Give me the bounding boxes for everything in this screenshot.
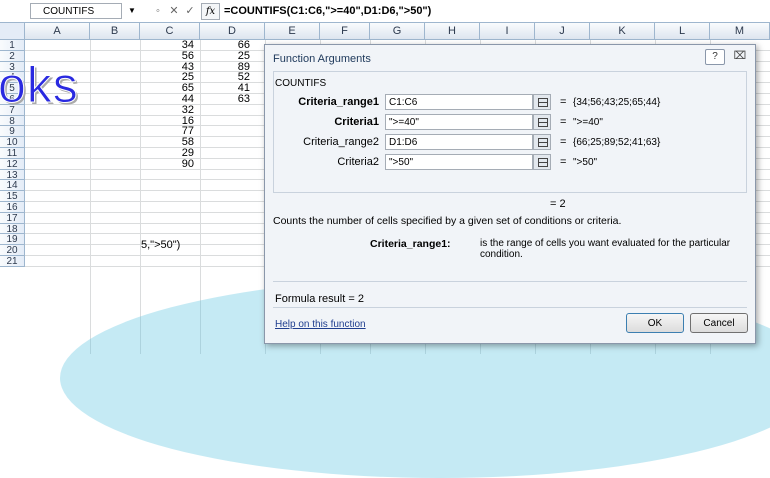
argument-evaluated-value: {66;25;89;52;41;63} [573,137,661,148]
help-on-function-link[interactable]: Help on this function [275,319,366,330]
column-header-k[interactable]: K [590,23,655,40]
equals-sign: = [560,96,567,108]
row-header-12[interactable]: 12 [0,158,25,170]
formula-bar: COUNTIFS ▼ ◦ ✕ ✓ fx =COUNTIFS(C1:C6,">=4… [0,0,770,23]
argument-input[interactable]: D1:D6 [385,134,533,150]
row-header-13[interactable]: 13 [0,169,25,180]
row-header-19[interactable]: 19 [0,234,25,245]
name-box[interactable]: COUNTIFS [30,3,122,19]
cell-c14[interactable]: 5,">50") [141,240,180,251]
divider [273,307,747,308]
equals-sign: = [560,136,567,148]
column-header-d[interactable]: D [200,23,265,40]
equals-sign: = [560,116,567,128]
divider [273,281,747,282]
arguments-group [273,71,747,193]
column-header-g[interactable]: G [370,23,425,40]
argument-description-text: is the range of cells you want evaluated… [480,238,731,260]
row-header-21[interactable]: 21 [0,256,25,267]
row-header-9[interactable]: 9 [0,126,25,137]
argument-description-name: Criteria_range1: [370,238,451,250]
collapse-dialog-icon[interactable] [533,134,551,150]
row-header-10[interactable]: 10 [0,137,25,148]
equals-sign: = [560,156,567,168]
column-header-i[interactable]: I [480,23,535,40]
help-icon[interactable]: ? [705,49,725,65]
formula-bar-menu-icon: ◦ [156,5,160,17]
argument-label: Criteria1 [334,116,379,128]
select-all-corner[interactable] [0,23,25,40]
column-header-h[interactable]: H [425,23,480,40]
collapse-dialog-icon[interactable] [533,94,551,110]
collapse-dialog-icon[interactable] [533,154,551,170]
argument-input[interactable]: C1:C6 [385,94,533,110]
column-header-a[interactable]: A [25,23,90,40]
cell-d6[interactable]: 63 [200,94,250,105]
gridline [90,40,91,354]
function-result-preview: = 2 [550,198,566,210]
ok-button[interactable]: OK [626,313,684,333]
row-header-11[interactable]: 11 [0,148,25,159]
formula-result: Formula result = 2 [275,293,364,305]
column-header-b[interactable]: B [90,23,140,40]
row-header-20[interactable]: 20 [0,245,25,256]
function-description: Counts the number of cells specified by … [273,215,622,227]
row-header-18[interactable]: 18 [0,223,25,234]
argument-evaluated-value: ">50" [573,157,598,168]
argument-label: Criteria_range1 [298,96,379,108]
dialog-title: Function Arguments [273,53,371,65]
argument-label: Criteria_range2 [303,136,379,148]
argument-input[interactable]: ">=40" [385,114,533,130]
argument-evaluated-value: ">=40" [573,117,603,128]
argument-input[interactable]: ">50" [385,154,533,170]
watermark-text: oks [0,57,79,114]
argument-evaluated-value: {34;56;43;25;65;44} [573,97,661,108]
function-arguments-dialog: Function Arguments ? ⌧ COUNTIFS Criteria… [264,44,756,344]
formula-input[interactable]: =COUNTIFS(C1:C6,">=40",D1:D6,">50") [224,0,431,22]
column-header-f[interactable]: F [320,23,370,40]
name-box-dropdown-icon[interactable]: ▼ [126,3,138,19]
collapse-dialog-icon[interactable] [533,114,551,130]
column-header-l[interactable]: L [655,23,710,40]
row-header-1[interactable]: 1 [0,40,25,51]
cancel-entry-icon[interactable]: ✕ [166,3,182,19]
insert-function-button[interactable]: fx [201,3,220,20]
enter-entry-icon[interactable]: ✓ [182,3,198,19]
row-header-16[interactable]: 16 [0,202,25,213]
function-name-label: COUNTIFS [275,78,327,89]
row-header-14[interactable]: 14 [0,180,25,191]
column-header-m[interactable]: M [710,23,770,40]
cancel-button[interactable]: Cancel [690,313,748,333]
column-header-c[interactable]: C [140,23,200,40]
close-icon[interactable]: ⌧ [731,49,749,63]
argument-label: Criteria2 [337,156,379,168]
column-header-j[interactable]: J [535,23,590,40]
row-header-15[interactable]: 15 [0,191,25,202]
row-header-8[interactable]: 8 [0,115,25,126]
row-header-17[interactable]: 17 [0,212,25,224]
column-header-e[interactable]: E [265,23,320,40]
cell-c12[interactable]: 90 [140,158,194,170]
